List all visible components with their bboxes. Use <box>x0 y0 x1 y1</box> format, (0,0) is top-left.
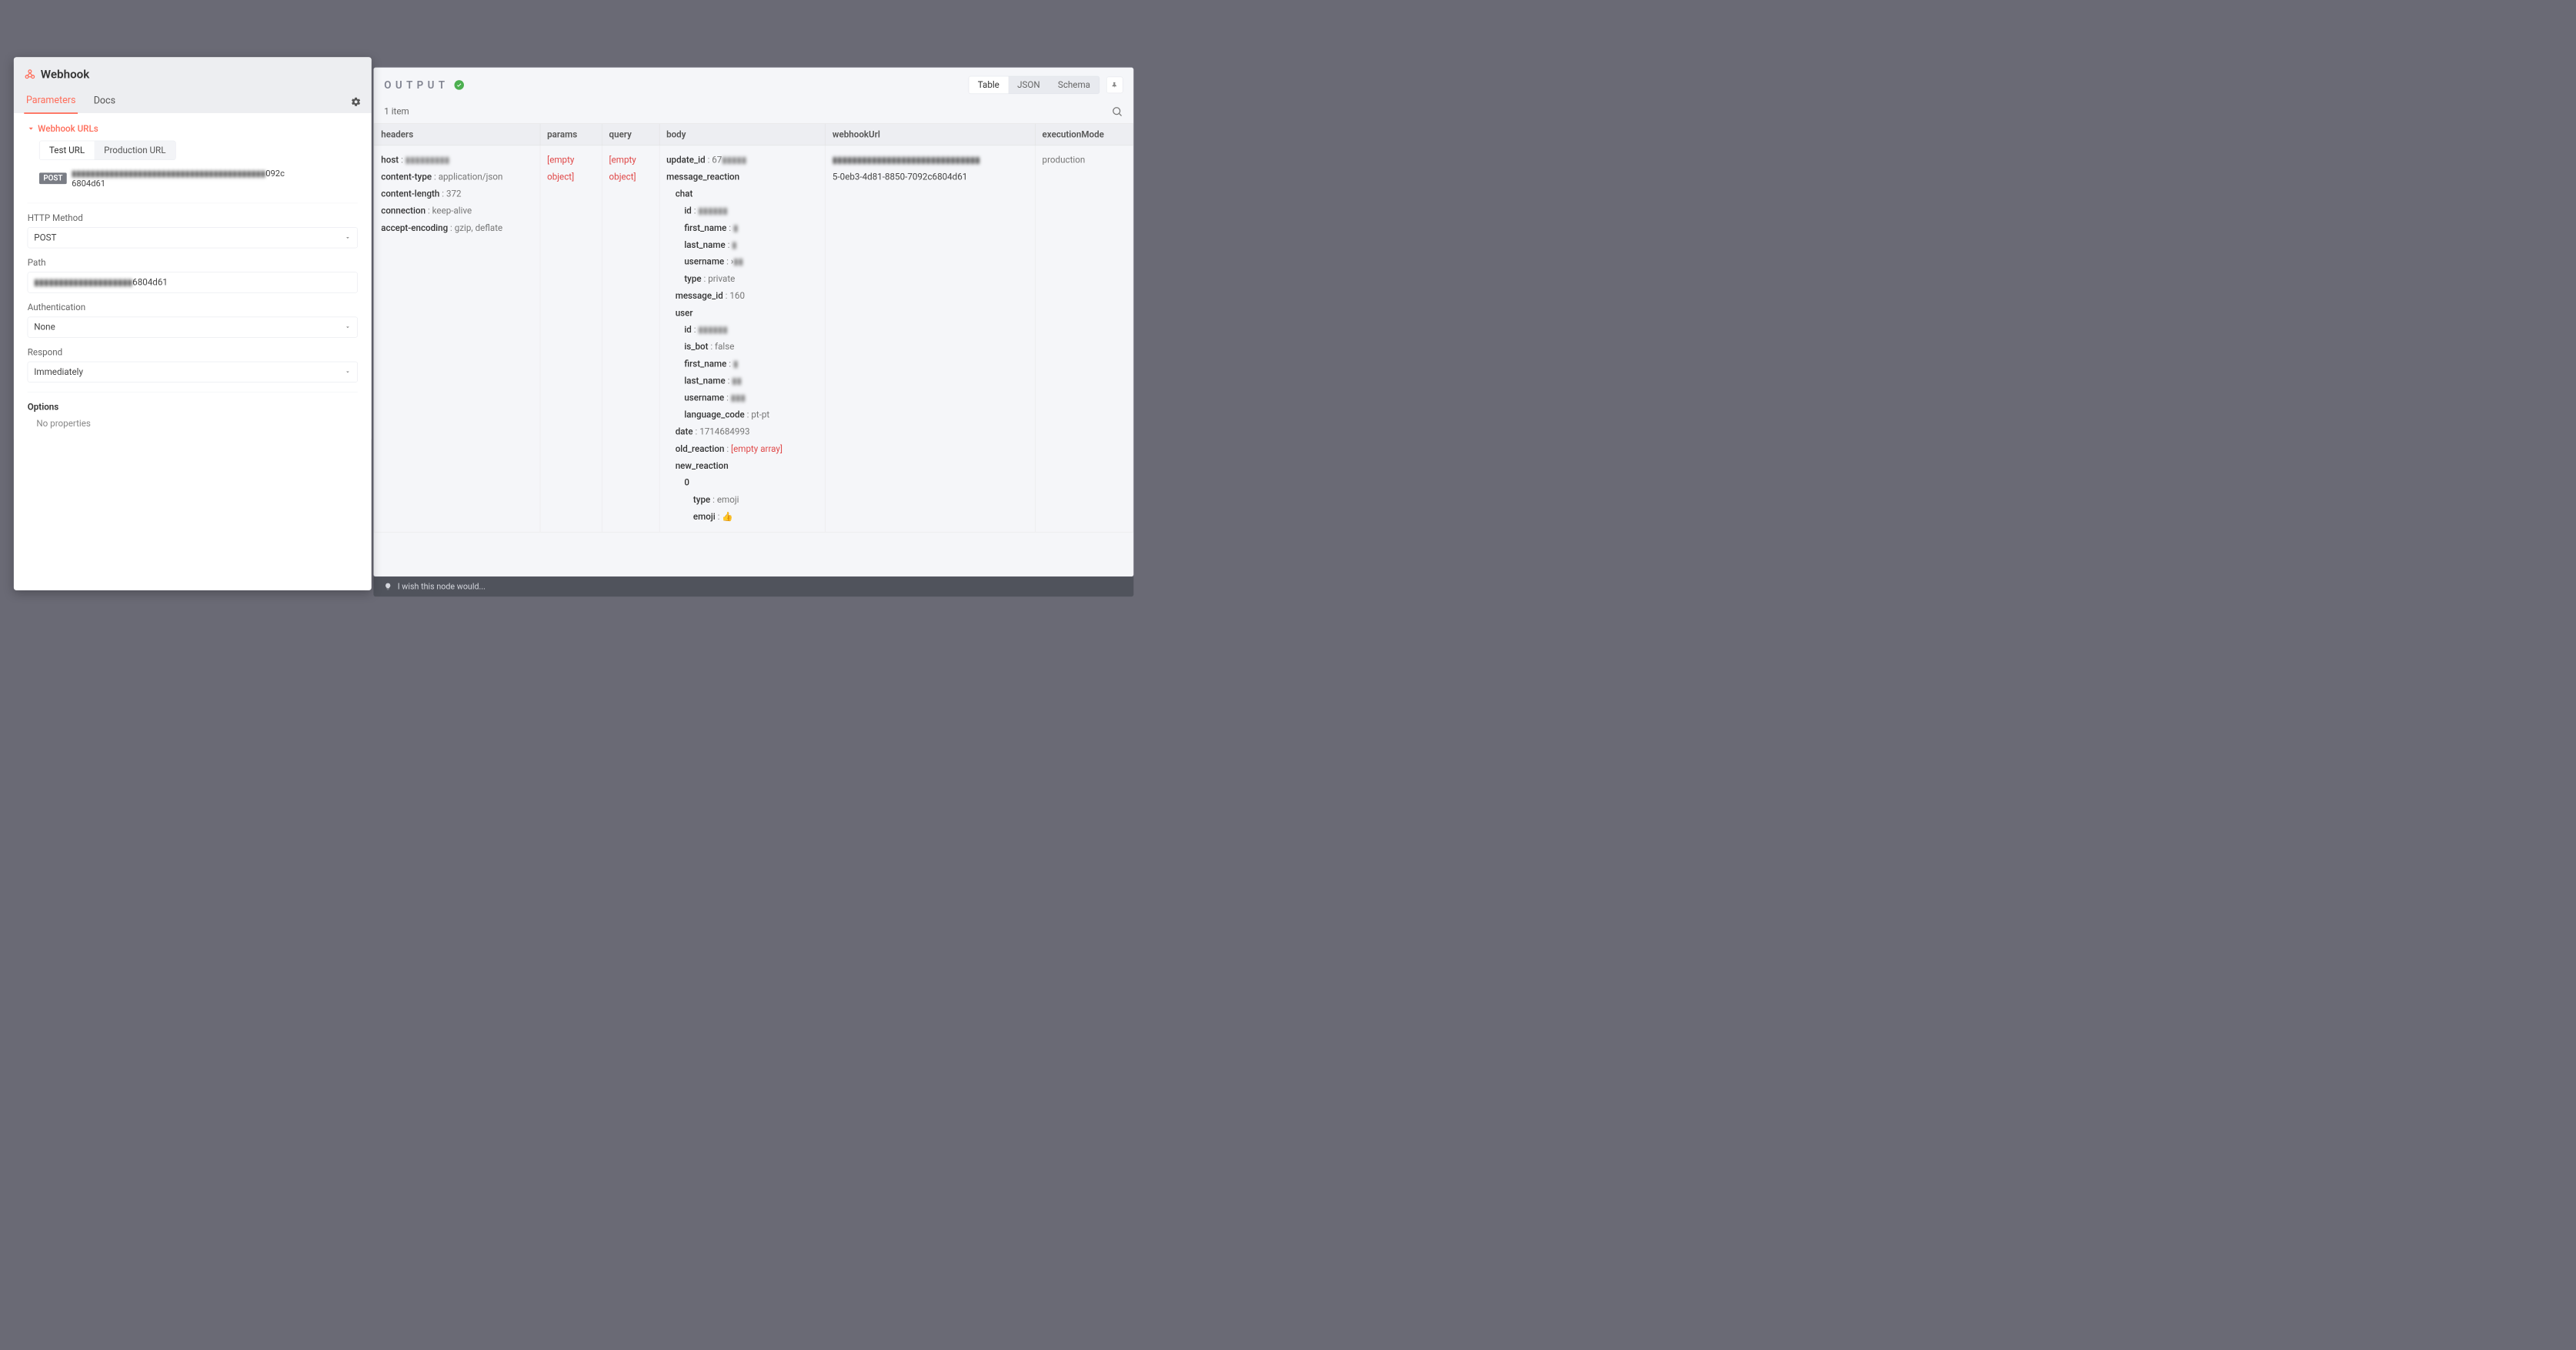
col-params[interactable]: params <box>540 124 602 145</box>
label-path: Path <box>28 258 358 268</box>
col-executionmode[interactable]: executionMode <box>1035 124 1133 145</box>
col-webhookurl[interactable]: webhookUrl <box>826 124 1036 145</box>
toggle-test-url[interactable]: Test URL <box>39 141 94 159</box>
select-http-method[interactable]: POST <box>28 227 358 248</box>
webhook-icon <box>24 69 35 80</box>
section-label: Webhook URLs <box>38 123 98 133</box>
cell-body[interactable]: update_id : 67▮▮▮▮▮ message_reaction cha… <box>659 145 826 532</box>
webhook-url-display[interactable]: POST ▮▮▮▮▮▮▮▮▮▮▮▮▮▮▮▮▮▮▮▮▮▮▮▮▮▮▮▮▮▮▮▮▮▮▮… <box>39 169 358 189</box>
lightbulb-icon <box>384 583 392 591</box>
feedback-bar[interactable]: I wish this node would... <box>373 576 1133 596</box>
select-respond[interactable]: Immediately <box>28 362 358 383</box>
url-text: ▮▮▮▮▮▮▮▮▮▮▮▮▮▮▮▮▮▮▮▮▮▮▮▮▮▮▮▮▮▮▮▮▮▮▮▮▮▮▮▮… <box>72 169 285 189</box>
webhook-urls-box: Test URL Production URL POST ▮▮▮▮▮▮▮▮▮▮▮… <box>28 141 358 197</box>
panel-tabs: Parameters Docs <box>24 90 361 113</box>
node-config-panel: Webhook Parameters Docs Webhook URLs Tes… <box>14 57 372 590</box>
table-row: host : ▮▮▮▮▮▮▮▮▮ content-type : applicat… <box>374 145 1133 532</box>
chevron-down-icon <box>344 369 351 376</box>
cell-headers[interactable]: host : ▮▮▮▮▮▮▮▮▮ content-type : applicat… <box>374 145 540 532</box>
col-body[interactable]: body <box>659 124 826 145</box>
cell-webhookurl[interactable]: ▮▮▮▮▮▮▮▮▮▮▮▮▮▮▮▮▮▮▮▮▮▮▮▮▮▮▮▮▮▮ 5-0eb3-4d… <box>826 145 1036 532</box>
view-toggle: Table JSON Schema <box>969 76 1099 94</box>
tab-parameters[interactable]: Parameters <box>24 90 78 114</box>
select-value: Immediately <box>34 367 83 377</box>
options-heading: Options <box>28 402 358 412</box>
success-badge-icon <box>455 80 465 90</box>
view-table[interactable]: Table <box>969 76 1008 93</box>
cell-params[interactable]: [empty object] <box>540 145 602 532</box>
feedback-text: I wish this node would... <box>398 582 486 592</box>
toggle-production-url[interactable]: Production URL <box>95 141 175 159</box>
select-authentication[interactable]: None <box>28 317 358 338</box>
url-env-toggle: Test URL Production URL <box>39 141 175 160</box>
output-panel: OUTPUT Table JSON Schema 1 item <box>373 68 1133 577</box>
col-headers[interactable]: headers <box>374 124 540 145</box>
col-query[interactable]: query <box>602 124 659 145</box>
gear-icon[interactable] <box>351 96 361 106</box>
chevron-down-icon <box>344 324 351 331</box>
pin-button[interactable] <box>1106 77 1123 93</box>
label-respond: Respond <box>28 347 358 357</box>
item-count: 1 item <box>384 106 409 116</box>
input-path[interactable]: ▮▮▮▮▮▮▮▮▮▮▮▮▮▮▮▮▮▮▮▮6804d61 <box>28 272 358 293</box>
label-http-method: HTTP Method <box>28 213 358 223</box>
table-header-row: headers params query body webhookUrl exe… <box>374 124 1133 145</box>
search-icon[interactable] <box>1111 105 1123 117</box>
view-json[interactable]: JSON <box>1008 76 1049 93</box>
cell-executionmode[interactable]: production <box>1035 145 1133 532</box>
chevron-down-icon <box>28 125 35 132</box>
panel-title: Webhook <box>41 68 90 82</box>
cell-query[interactable]: [empty object] <box>602 145 659 532</box>
method-chip: POST <box>39 172 67 184</box>
select-value: POST <box>34 232 56 242</box>
output-title: OUTPUT <box>384 79 449 92</box>
label-authentication: Authentication <box>28 302 358 312</box>
tab-docs[interactable]: Docs <box>92 91 118 113</box>
options-empty: No properties <box>28 419 358 429</box>
panel-header: Webhook Parameters Docs <box>14 57 372 113</box>
section-webhook-urls[interactable]: Webhook URLs <box>28 123 358 133</box>
output-table: headers params query body webhookUrl exe… <box>374 123 1133 532</box>
chevron-down-icon <box>344 234 351 241</box>
view-schema[interactable]: Schema <box>1049 76 1099 93</box>
select-value: None <box>34 322 55 332</box>
